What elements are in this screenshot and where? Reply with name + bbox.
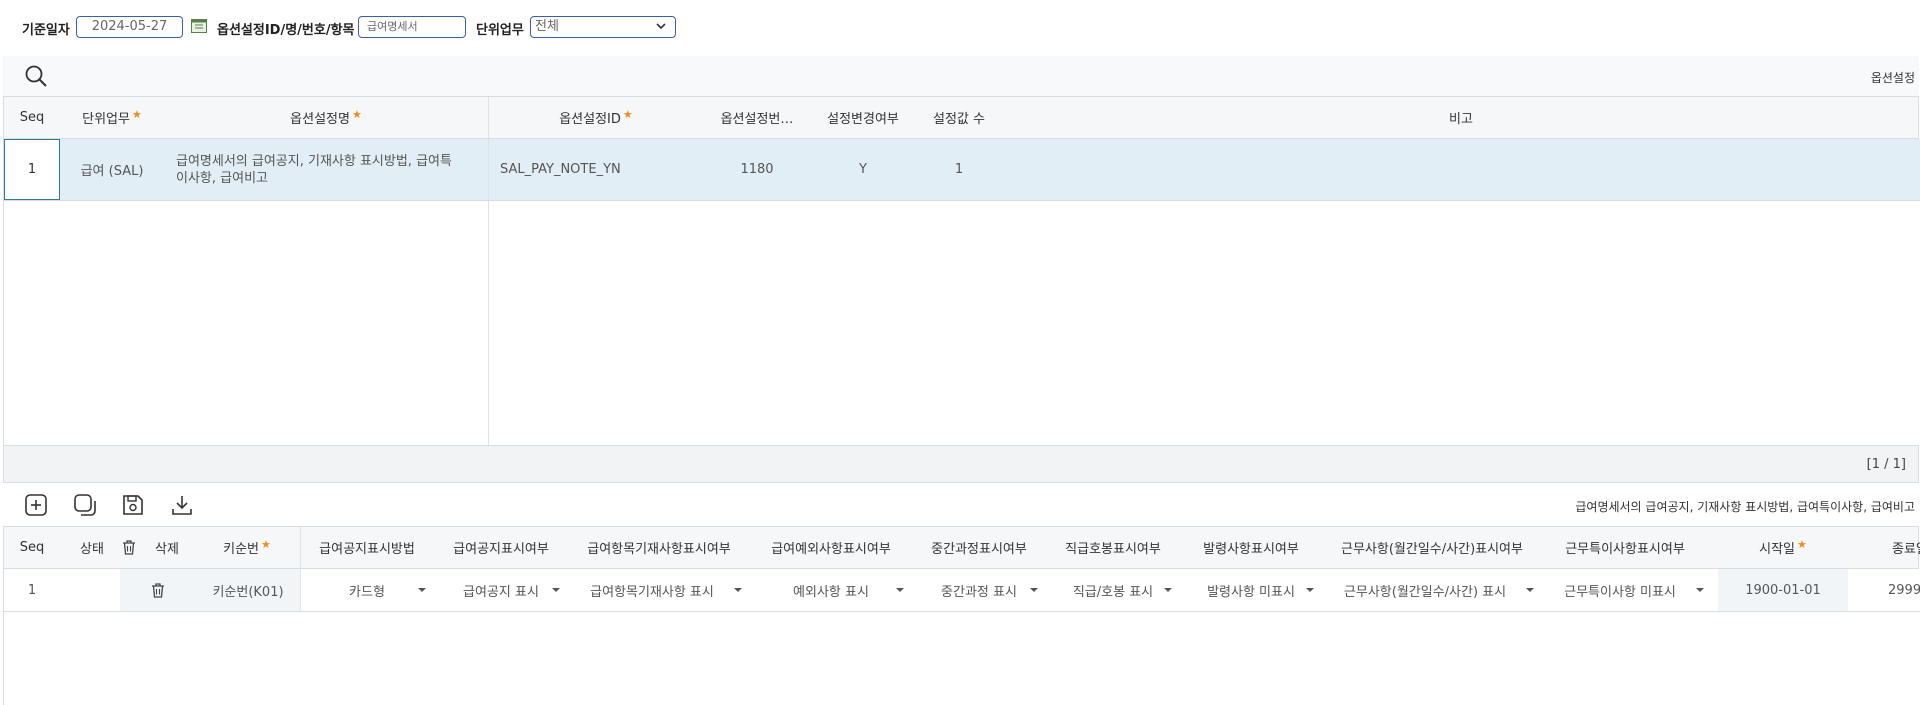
header-c9[interactable]: 근무특이사항표시여부 <box>1542 527 1708 568</box>
header-key[interactable]: 키순번 ★ <box>194 527 300 568</box>
chevron-down-icon <box>1696 588 1704 592</box>
header-trash-icon[interactable] <box>114 527 144 568</box>
cell-start-date[interactable]: 1900-01-01 <box>1718 569 1848 611</box>
add-icon[interactable] <box>24 493 48 517</box>
trash-icon <box>123 540 135 555</box>
select-c3[interactable]: 급여항목기재사항 표시 <box>568 569 750 611</box>
chevron-down-icon <box>1164 588 1172 592</box>
header-c6[interactable]: 직급호봉표시여부 <box>1046 527 1180 568</box>
select-c8[interactable]: 근무사항(월간일수/사간) 표시 <box>1322 569 1542 611</box>
cell-note[interactable] <box>1002 139 1920 200</box>
header-c8[interactable]: 근무사항(월간일수/사간)표시여부 <box>1322 527 1542 568</box>
lower-grid-body: 1 키순번(K01) 카드형 급여공지 표시 급여항목기재사항 표시 예외사항 … <box>3 569 1920 705</box>
unit-label: 단위업무 <box>476 23 524 38</box>
copy-icon[interactable] <box>73 493 97 517</box>
table-row[interactable]: 1 급여 (SAL) 급여명세서의 급여공지, 기재사항 표시방법, 급여특 이… <box>4 139 1920 201</box>
unit-select[interactable]: 전체 <box>530 16 676 38</box>
date-label: 기준일자 <box>22 23 70 38</box>
header-note[interactable]: 비고 <box>1002 97 1920 138</box>
header-c3[interactable]: 급여항목기재사항표시여부 <box>568 527 750 568</box>
table-row[interactable]: 1 키순번(K01) 카드형 급여공지 표시 급여항목기재사항 표시 예외사항 … <box>4 569 1920 612</box>
row-seq[interactable]: 1 <box>4 139 60 200</box>
chevron-down-icon <box>656 23 666 30</box>
cell-status[interactable] <box>60 569 120 611</box>
lower-toolbar: 급여명세서의 급여공지, 기재사항 표시방법, 급여특이사항, 급여비고 <box>3 483 1919 525</box>
header-c5[interactable]: 중간과정표시여부 <box>912 527 1046 568</box>
upper-grid-body: 1 급여 (SAL) 급여명세서의 급여공지, 기재사항 표시방법, 급여특 이… <box>3 139 1920 445</box>
cell-end-date[interactable]: 2999-12- <box>1848 569 1920 611</box>
select-c7[interactable]: 발령사항 미표시 <box>1180 569 1322 611</box>
header-c4[interactable]: 급여예외사항표시여부 <box>750 527 912 568</box>
option-search-input[interactable]: 급여명세서 <box>358 16 466 38</box>
download-icon[interactable] <box>170 493 194 517</box>
search-icon[interactable] <box>24 64 48 88</box>
lower-grid-title: 급여명세서의 급여공지, 기재사항 표시방법, 급여특이사항, 급여비고 <box>1575 500 1915 514</box>
header-start[interactable]: 시작일 ★ <box>1718 527 1848 568</box>
upper-header-row: Seq 단위업무 ★ 옵션설정명 ★ 옵션설정ID ★ 옵션설정번… 설정변경여부 설… <box>3 96 1919 139</box>
filter-bar: 기준일자 2024-05-27 옵션설정ID/명/번호/항목 급여명세서 단위업… <box>0 0 1920 56</box>
upper-toolbar: 옵션설정 <box>3 56 1919 96</box>
select-c2[interactable]: 급여공지 표시 <box>434 569 568 611</box>
select-c6[interactable]: 직급/호봉 표시 <box>1046 569 1180 611</box>
cell-changed[interactable]: Y <box>810 139 916 200</box>
save-icon[interactable] <box>121 493 145 517</box>
cell-option-number[interactable]: 1180 <box>704 139 810 200</box>
cell-delete[interactable] <box>120 569 196 611</box>
upper-grid-title: 옵션설정 <box>1870 71 1915 85</box>
header-count[interactable]: 설정값 수 <box>916 97 1002 138</box>
header-option-name[interactable]: 옵션설정명 ★ <box>164 97 488 138</box>
chevron-down-icon <box>418 588 426 592</box>
chevron-down-icon <box>896 588 904 592</box>
option-label: 옵션설정ID/명/번호/항목 <box>217 23 355 38</box>
select-c1[interactable]: 카드형 <box>300 569 434 611</box>
unit-select-value: 전체 <box>535 19 559 34</box>
header-delete[interactable]: 삭제 <box>142 527 192 568</box>
date-input[interactable]: 2024-05-27 <box>76 16 183 38</box>
header-c2[interactable]: 급여공지표시여부 <box>434 527 568 568</box>
header-option-number[interactable]: 옵션설정번… <box>704 97 810 138</box>
chevron-down-icon <box>552 588 560 592</box>
header-seq[interactable]: Seq <box>4 527 60 568</box>
select-c5[interactable]: 중간과정 표시 <box>912 569 1046 611</box>
cell-unit[interactable]: 급여 (SAL) <box>60 139 164 200</box>
chevron-down-icon <box>734 588 742 592</box>
header-changed[interactable]: 설정변경여부 <box>810 97 916 138</box>
lower-header-row: Seq 상태 삭제 키순번 ★ 급여공지표시방법 급여공지표시여부 급여항목기재사… <box>3 526 1920 569</box>
cell-option-id[interactable]: SAL_PAY_NOTE_YN <box>488 139 704 200</box>
chevron-down-icon <box>1030 588 1038 592</box>
calendar-icon[interactable] <box>191 18 207 33</box>
select-c9[interactable]: 근무특이사항 미표시 <box>1542 569 1712 611</box>
upper-status-bar: [1 / 1] <box>3 445 1919 483</box>
header-seq[interactable]: Seq <box>4 97 60 138</box>
select-c4[interactable]: 예외사항 표시 <box>750 569 912 611</box>
chevron-down-icon <box>1306 588 1314 592</box>
header-unit[interactable]: 단위업무 ★ <box>60 97 164 138</box>
cell-option-name[interactable]: 급여명세서의 급여공지, 기재사항 표시방법, 급여특 이사항, 급여비고 <box>164 139 488 200</box>
header-c1[interactable]: 급여공지표시방법 <box>300 527 434 568</box>
header-option-id[interactable]: 옵션설정ID ★ <box>488 97 704 138</box>
row-seq[interactable]: 1 <box>4 569 60 611</box>
cell-key[interactable]: 키순번(K01) <box>196 569 300 611</box>
trash-icon[interactable] <box>151 582 165 598</box>
chevron-down-icon <box>1526 588 1534 592</box>
pager-text: [1 / 1] <box>1866 457 1906 472</box>
header-c7[interactable]: 발령사항표시여부 <box>1180 527 1322 568</box>
header-end[interactable]: 종료일 <box>1848 527 1920 568</box>
cell-count[interactable]: 1 <box>916 139 1002 200</box>
